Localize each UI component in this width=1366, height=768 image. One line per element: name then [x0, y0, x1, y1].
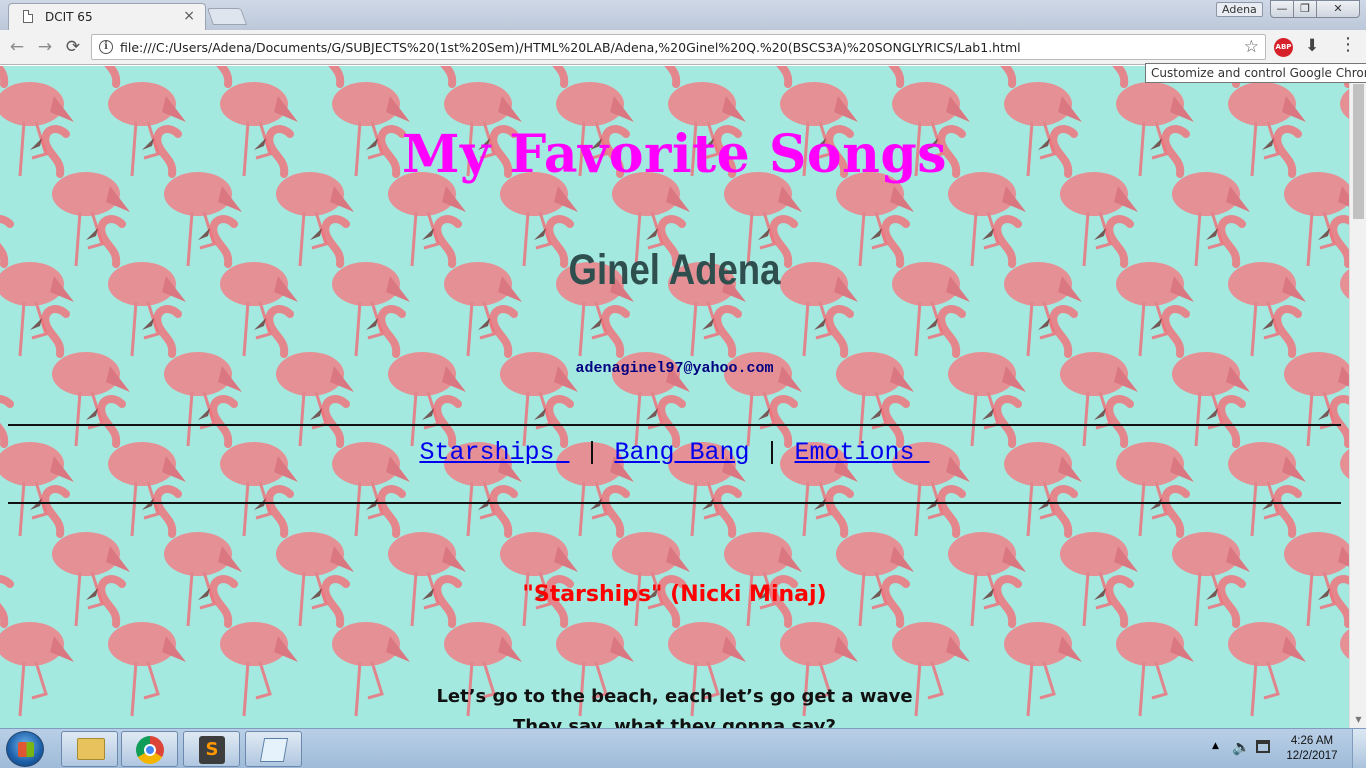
- tab-close-icon[interactable]: ×: [183, 8, 195, 24]
- profile-button[interactable]: Adena: [1216, 2, 1263, 17]
- bookmark-star-icon[interactable]: ☆: [1244, 37, 1259, 57]
- nav-separator: |: [749, 438, 795, 467]
- forward-arrow-icon[interactable]: →: [34, 36, 56, 58]
- info-icon[interactable]: i: [99, 40, 113, 54]
- volume-icon[interactable]: 🔈: [1232, 738, 1251, 756]
- taskbar-chrome[interactable]: [121, 731, 178, 767]
- taskbar-notepad[interactable]: [245, 731, 302, 767]
- bottom-divider: [8, 502, 1341, 504]
- top-divider: [8, 424, 1341, 426]
- clock-date: 12/2/2017: [1286, 750, 1338, 762]
- song-lyrics: Let’s go to the beach, each let’s go get…: [0, 682, 1349, 728]
- taskbar-file-explorer[interactable]: [61, 731, 118, 767]
- reload-icon[interactable]: ⟳: [62, 36, 84, 58]
- author-name: Ginel Adena: [568, 246, 781, 294]
- nav-link-emotions[interactable]: Emotions: [795, 438, 930, 467]
- taskbar-sublime-text[interactable]: S: [183, 731, 240, 767]
- back-arrow-icon[interactable]: ←: [6, 36, 28, 58]
- network-icon[interactable]: [1256, 740, 1270, 753]
- page-icon: [23, 10, 33, 23]
- notepad-icon: [259, 738, 289, 762]
- sublime-text-icon: S: [199, 736, 225, 764]
- system-clock[interactable]: 4:26 AM 12/2/2017: [1282, 734, 1342, 764]
- author-email: adenaginel97@yahoo.com: [575, 360, 774, 377]
- page-viewport: My Favorite Songs Ginel Adena adenaginel…: [0, 66, 1349, 728]
- start-button[interactable]: [6, 731, 44, 767]
- nav-link-bang-bang[interactable]: Bang Bang: [614, 438, 749, 467]
- menu-tooltip: Customize and control Google Chrome: [1145, 63, 1366, 83]
- show-desktop-button[interactable]: [1352, 729, 1366, 768]
- vertical-scrollbar[interactable]: ▲ ▼: [1349, 66, 1366, 728]
- nav-link-starships[interactable]: Starships: [419, 438, 569, 467]
- page-title: My Favorite Songs: [401, 124, 948, 185]
- tab-strip: DCIT 65 × Adena — ❐ ✕: [0, 0, 1366, 30]
- nav-separator: |: [569, 438, 615, 467]
- folder-icon: [77, 738, 105, 760]
- new-tab-button[interactable]: [206, 8, 248, 25]
- tab-title: DCIT 65: [45, 10, 93, 24]
- url-text[interactable]: file:///C:/Users/Adena/Documents/G/SUBJE…: [120, 40, 1021, 55]
- download-icon[interactable]: ⬇: [1305, 36, 1319, 56]
- clock-time: 4:26 AM: [1290, 735, 1334, 747]
- browser-tab[interactable]: DCIT 65 ×: [8, 3, 206, 30]
- song-nav: Starships | Bang Bang | Emotions: [0, 438, 1349, 467]
- scroll-thumb[interactable]: [1353, 84, 1364, 219]
- minimize-button[interactable]: —: [1270, 0, 1294, 18]
- adblock-icon[interactable]: ABP: [1274, 38, 1293, 57]
- chrome-menu-icon[interactable]: ⋮: [1338, 35, 1358, 55]
- song-heading: "Starships" (Nicki Minaj): [522, 582, 827, 607]
- lyric-line: They say, what they gonna say?: [513, 716, 836, 728]
- lyric-line: Let’s go to the beach, each let’s go get…: [436, 686, 913, 707]
- close-window-button[interactable]: ✕: [1316, 0, 1360, 18]
- maximize-button[interactable]: ❐: [1293, 0, 1317, 18]
- chrome-icon: [136, 736, 164, 764]
- scroll-down-icon[interactable]: ▼: [1350, 711, 1366, 728]
- show-hidden-icons-icon[interactable]: ▲: [1212, 741, 1219, 751]
- address-bar[interactable]: i file:///C:/Users/Adena/Documents/G/SUB…: [91, 34, 1266, 60]
- windows-taskbar: S ▲ 🔈 4:26 AM 12/2/2017: [0, 728, 1366, 768]
- browser-toolbar: ← → ⟳ i file:///C:/Users/Adena/Documents…: [0, 30, 1366, 65]
